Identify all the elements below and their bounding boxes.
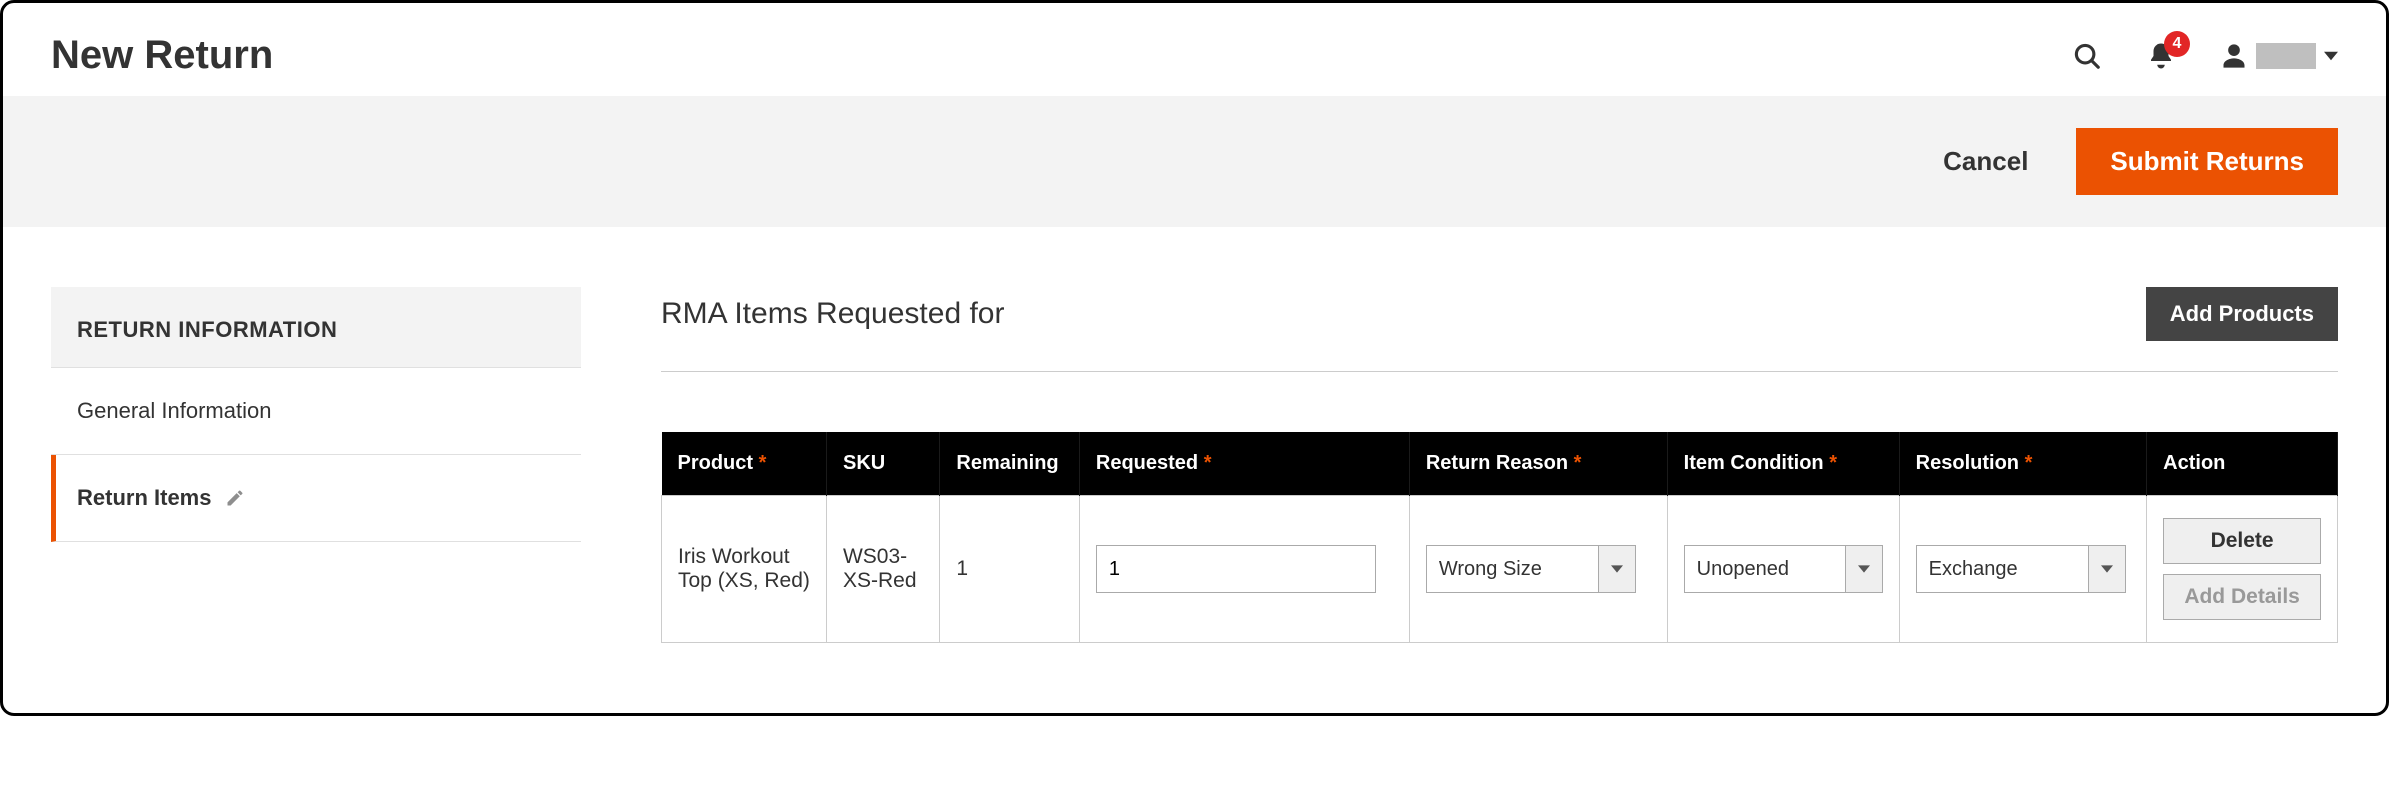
cancel-button[interactable]: Cancel	[1943, 146, 2028, 177]
notification-badge: 4	[2164, 31, 2190, 57]
col-resolution: Resolution *	[1899, 432, 2146, 496]
rma-items-table: Product * SKU Remaining Requested * Retu…	[661, 432, 2338, 643]
delete-button[interactable]: Delete	[2163, 518, 2321, 564]
cell-condition: Unopened	[1667, 496, 1899, 643]
caret-down-icon	[2324, 49, 2338, 63]
col-reason: Return Reason *	[1409, 432, 1667, 496]
table-header-row: Product * SKU Remaining Requested * Retu…	[662, 432, 2338, 496]
col-product: Product *	[662, 432, 827, 496]
action-bar: Cancel Submit Returns	[3, 96, 2386, 227]
add-products-button[interactable]: Add Products	[2146, 287, 2338, 341]
reason-select-value: Wrong Size	[1426, 545, 1598, 593]
section-title: RMA Items Requested for	[661, 297, 1004, 331]
user-icon	[2220, 42, 2248, 70]
search-icon[interactable]	[2072, 41, 2102, 71]
cell-sku: WS03-XS-Red	[826, 496, 939, 643]
table-row: Iris Workout Top (XS, Red) WS03-XS-Red 1…	[662, 496, 2338, 643]
cell-reason: Wrong Size	[1409, 496, 1667, 643]
notifications-icon[interactable]: 4	[2146, 41, 2176, 71]
reason-select[interactable]	[1598, 545, 1636, 593]
pencil-icon	[225, 488, 245, 508]
sidebar-item-return-items[interactable]: Return Items	[51, 455, 581, 542]
cell-requested	[1079, 496, 1409, 643]
cell-product: Iris Workout Top (XS, Red)	[662, 496, 827, 643]
cell-remaining: 1	[940, 496, 1079, 643]
add-details-button[interactable]: Add Details	[2163, 574, 2321, 620]
header-actions: 4	[2072, 41, 2338, 71]
col-condition: Item Condition *	[1667, 432, 1899, 496]
sidebar-item-label: Return Items	[77, 485, 211, 511]
user-chip	[2256, 43, 2316, 69]
page-title: New Return	[51, 33, 273, 78]
col-sku: SKU	[826, 432, 939, 496]
sidebar-item-general-information[interactable]: General Information	[51, 368, 581, 455]
col-action: Action	[2147, 432, 2338, 496]
col-requested: Requested *	[1079, 432, 1409, 496]
condition-select-value: Unopened	[1684, 545, 1845, 593]
cell-resolution: Exchange	[1899, 496, 2146, 643]
col-remaining: Remaining	[940, 432, 1079, 496]
condition-select[interactable]	[1845, 545, 1883, 593]
cell-action: Delete Add Details	[2147, 496, 2338, 643]
submit-returns-button[interactable]: Submit Returns	[2076, 128, 2338, 195]
requested-input[interactable]	[1096, 545, 1376, 593]
sidebar-item-label: General Information	[77, 398, 271, 424]
content: RMA Items Requested for Add Products Pro…	[661, 287, 2338, 643]
sidebar: RETURN INFORMATION General Information R…	[51, 287, 581, 542]
resolution-select[interactable]	[2088, 545, 2126, 593]
sidebar-heading: RETURN INFORMATION	[51, 287, 581, 368]
account-menu[interactable]	[2220, 42, 2338, 70]
resolution-select-value: Exchange	[1916, 545, 2088, 593]
